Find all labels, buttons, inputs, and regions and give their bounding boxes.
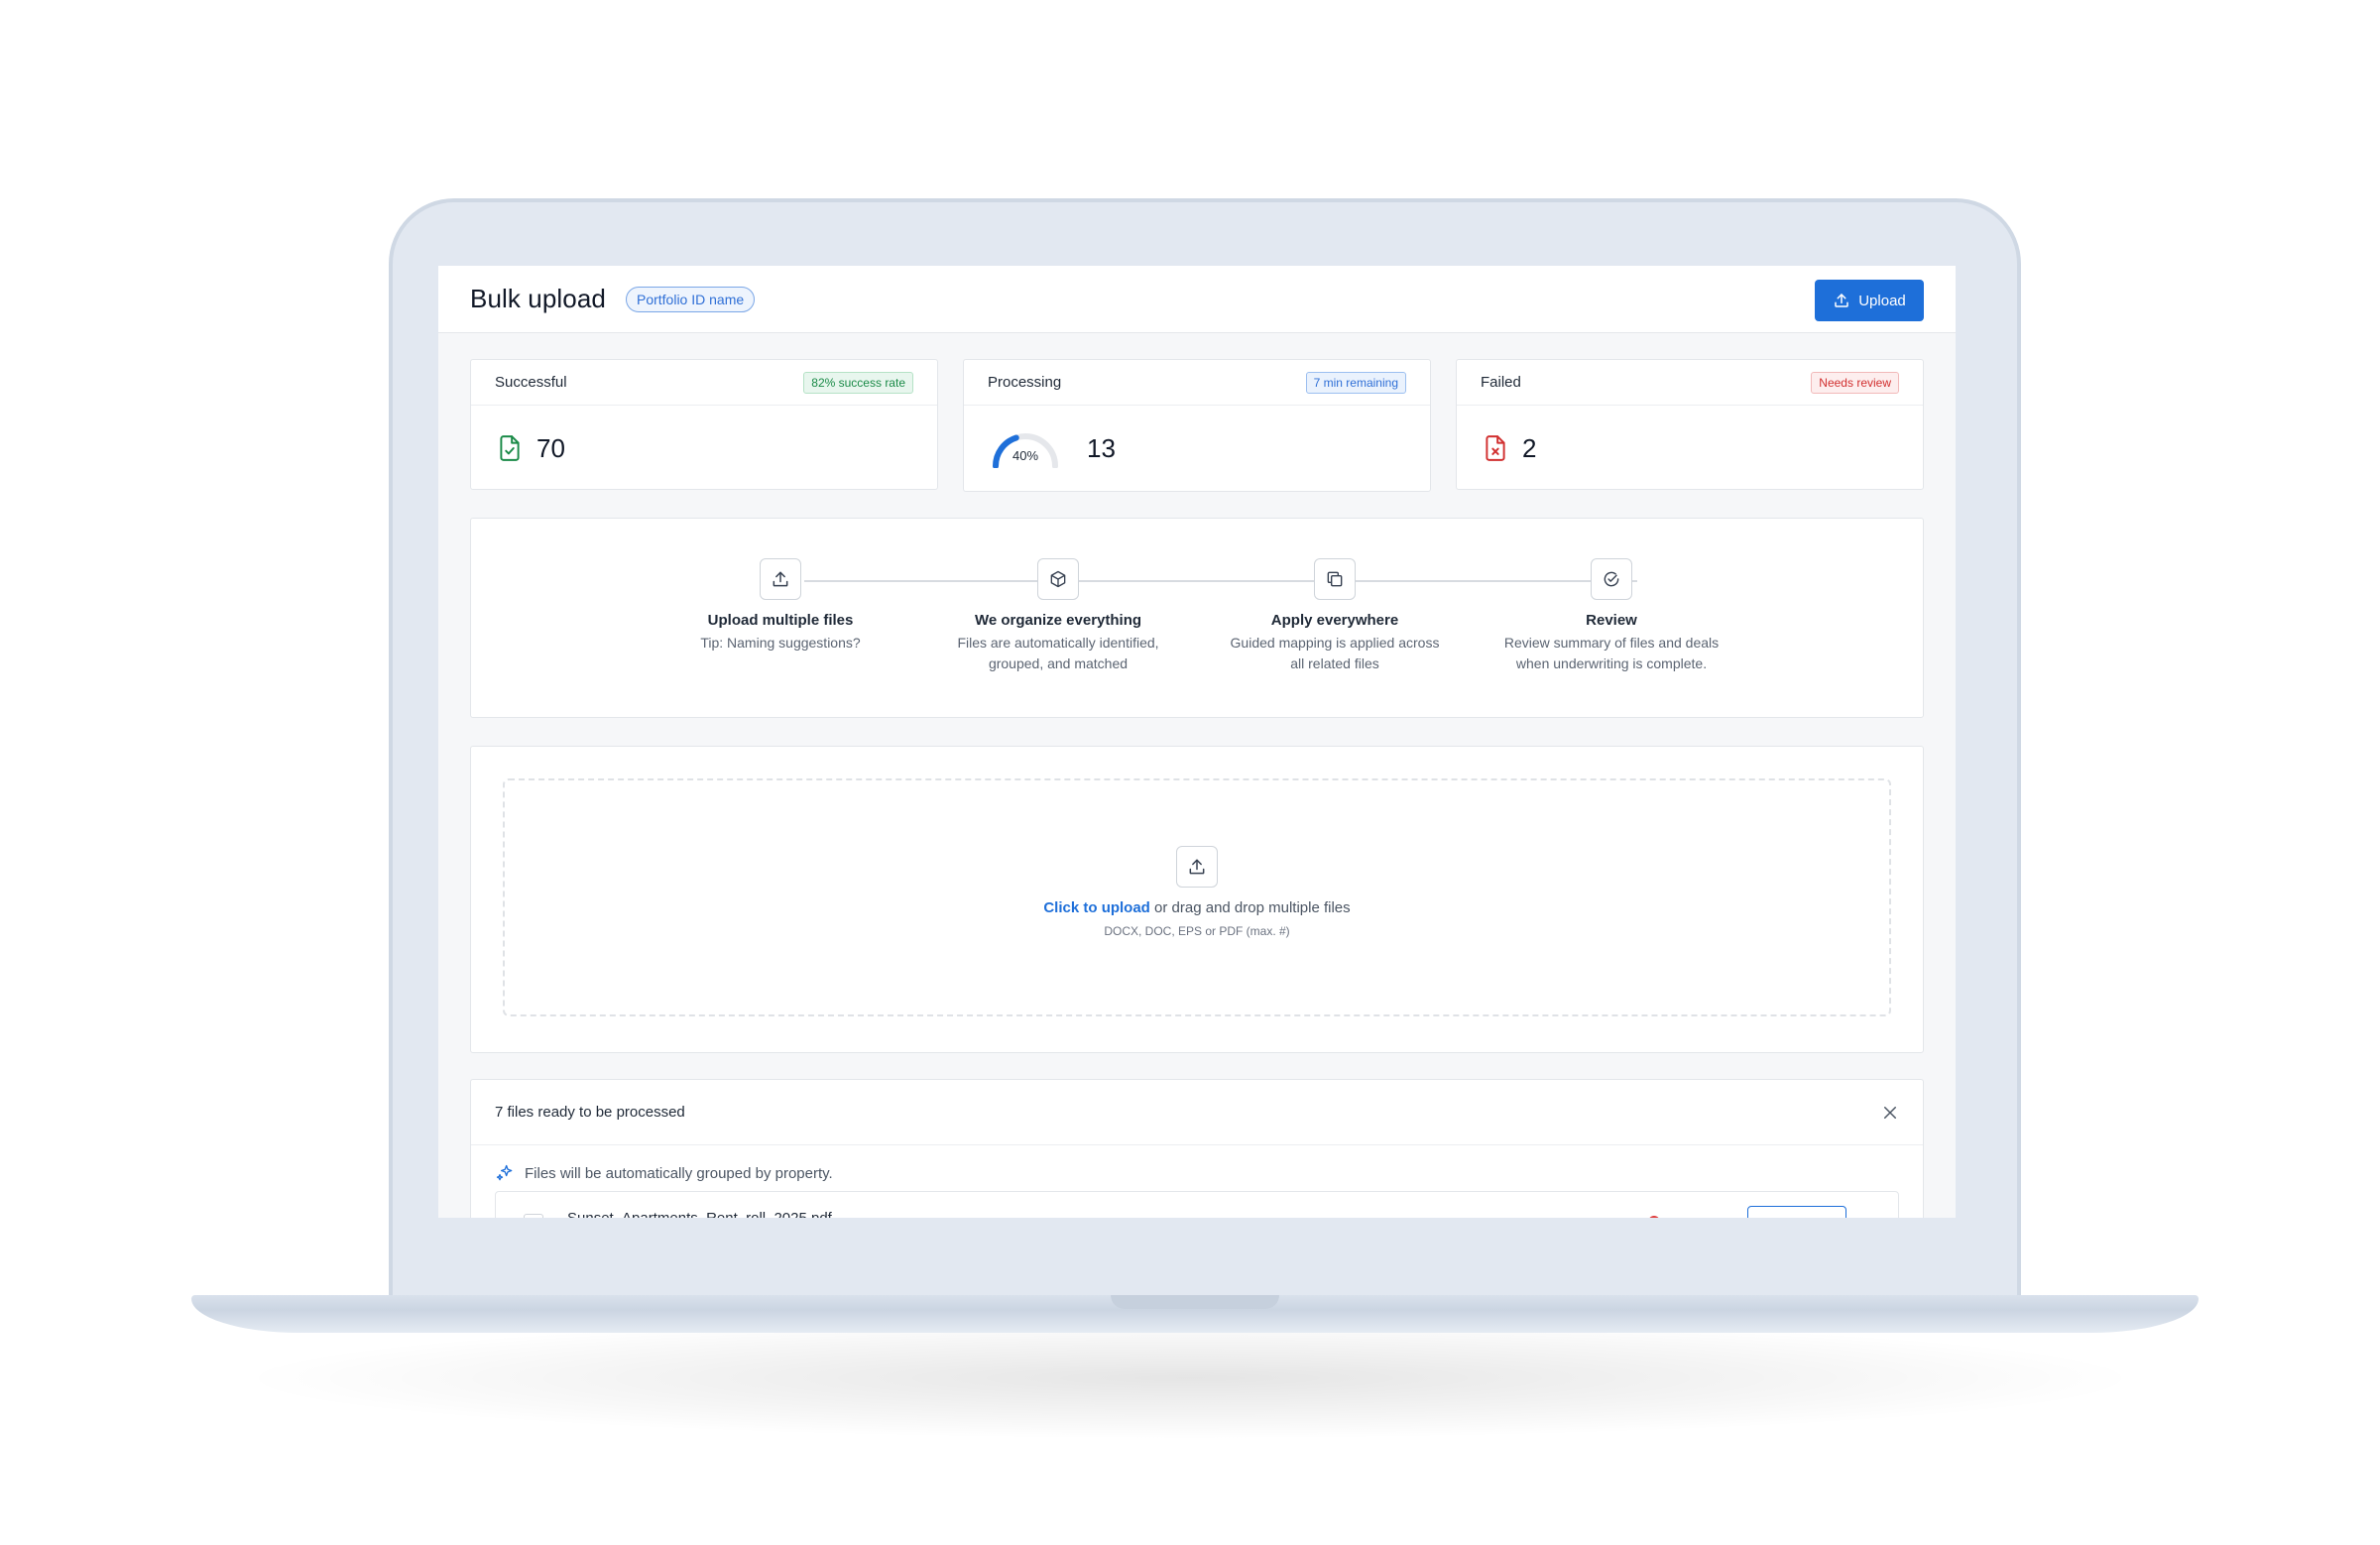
close-icon[interactable] <box>1881 1104 1899 1122</box>
upload-button-label: Upload <box>1858 292 1906 309</box>
upload-icon <box>1176 846 1218 888</box>
successful-count: 70 <box>536 432 565 463</box>
copy-icon <box>1314 558 1356 600</box>
files-panel: 7 files ready to be processed Files will… <box>470 1079 1924 1218</box>
file-check-icon <box>500 435 520 461</box>
failed-card[interactable]: Failed Needs review 2 <box>1456 359 1924 490</box>
file-action-button[interactable] <box>1747 1206 1846 1218</box>
laptop-notch <box>1111 1295 1279 1309</box>
stats-row: Successful 82% success rate 70 Processin… <box>470 359 1924 492</box>
step-review: Review Review summary of files and deals… <box>1483 558 1740 674</box>
upload-button[interactable]: Upload <box>1815 280 1924 321</box>
click-to-upload-link[interactable]: Click to upload <box>1043 899 1150 916</box>
failed-count: 2 <box>1522 432 1537 463</box>
page-title: Bulk upload <box>470 284 606 313</box>
portfolio-badge[interactable]: Portfolio ID name <box>625 286 756 312</box>
upload-panel: Click to upload or drag and drop multipl… <box>470 746 1924 1053</box>
successful-card[interactable]: Successful 82% success rate 70 <box>470 359 938 490</box>
step-upload: Upload multiple files Tip: Naming sugges… <box>652 558 909 654</box>
step-desc: Files are automatically identified, grou… <box>929 633 1187 674</box>
grouping-note: Files will be automatically grouped by p… <box>471 1145 1923 1183</box>
status-dot <box>1648 1216 1660 1218</box>
card-body: 70 <box>471 406 937 491</box>
time-remaining-badge: 7 min remaining <box>1305 371 1406 394</box>
card-title: Processing <box>988 374 1062 391</box>
card-header: Failed Needs review <box>1457 360 1923 406</box>
step-organize: We organize everything Files are automat… <box>929 558 1187 674</box>
upload-icon <box>1835 294 1848 307</box>
cube-icon <box>1037 558 1079 600</box>
steps-panel: Upload multiple files Tip: Naming sugges… <box>470 518 1924 718</box>
progress-gauge: 40% <box>990 428 1061 469</box>
file-row[interactable]: Sunset_Apartments_Rent_roll_2025.pdf <box>495 1191 1899 1218</box>
success-rate-badge: 82% success rate <box>803 371 913 394</box>
step-title: Upload multiple files <box>707 612 854 629</box>
card-title: Failed <box>1481 374 1521 391</box>
step-desc: Guided mapping is applied across all rel… <box>1206 633 1464 674</box>
card-header: Processing 7 min remaining <box>964 360 1430 406</box>
files-title: 7 files ready to be processed <box>495 1104 685 1121</box>
check-circle-icon <box>1591 558 1632 600</box>
step-title: Review <box>1586 612 1637 629</box>
processing-count: 13 <box>1087 432 1116 463</box>
step-title: We organize everything <box>974 612 1142 629</box>
step-apply: Apply everywhere Guided mapping is appli… <box>1206 558 1464 674</box>
card-body: 2 <box>1457 406 1923 491</box>
top-bar: Bulk upload Portfolio ID name Upload <box>438 266 1956 333</box>
dropzone-instruction: or drag and drop multiple files <box>1149 899 1351 916</box>
step-desc-line: Guided mapping is applied across <box>1230 635 1440 651</box>
sparkle-icon <box>496 1164 513 1181</box>
file-type-hint: DOCX, DOC, EPS or PDF (max. #) <box>1104 924 1290 938</box>
laptop-shadow <box>258 1319 2122 1438</box>
step-title: Apply everywhere <box>1270 612 1399 629</box>
upload-icon <box>760 558 801 600</box>
card-header: Successful 82% success rate <box>471 360 937 406</box>
grouping-note-text: Files will be automatically grouped by p… <box>525 1164 833 1182</box>
step-desc: Tip: Naming suggestions? <box>652 633 909 654</box>
dropzone-text: Click to upload or drag and drop multipl… <box>505 899 1889 916</box>
progress-label: 40% <box>1012 448 1039 463</box>
card-body: 40% 13 <box>964 406 1430 491</box>
app-screen: Bulk upload Portfolio ID name Upload Suc… <box>438 266 1956 1218</box>
step-desc-line: when underwriting is complete. <box>1515 655 1708 671</box>
processing-card[interactable]: Processing 7 min remaining 40% 13 <box>963 359 1431 492</box>
needs-review-badge: Needs review <box>1811 371 1899 394</box>
files-header: 7 files ready to be processed <box>471 1080 1923 1145</box>
step-desc-line: Files are automatically identified, <box>957 635 1159 651</box>
card-title: Successful <box>495 374 567 391</box>
step-desc-line: Review summary of files and deals <box>1503 635 1720 651</box>
step-desc-line: grouped, and matched <box>988 655 1129 671</box>
dropzone[interactable]: Click to upload or drag and drop multipl… <box>503 778 1891 1016</box>
step-desc-line: all related files <box>1290 655 1379 671</box>
file-name: Sunset_Apartments_Rent_roll_2025.pdf <box>567 1210 832 1218</box>
file-error-icon <box>1486 435 1505 461</box>
file-checkbox[interactable] <box>524 1214 543 1218</box>
step-desc-line: Tip: Naming suggestions? <box>700 635 861 651</box>
step-desc: Review summary of files and deals when u… <box>1483 633 1740 674</box>
